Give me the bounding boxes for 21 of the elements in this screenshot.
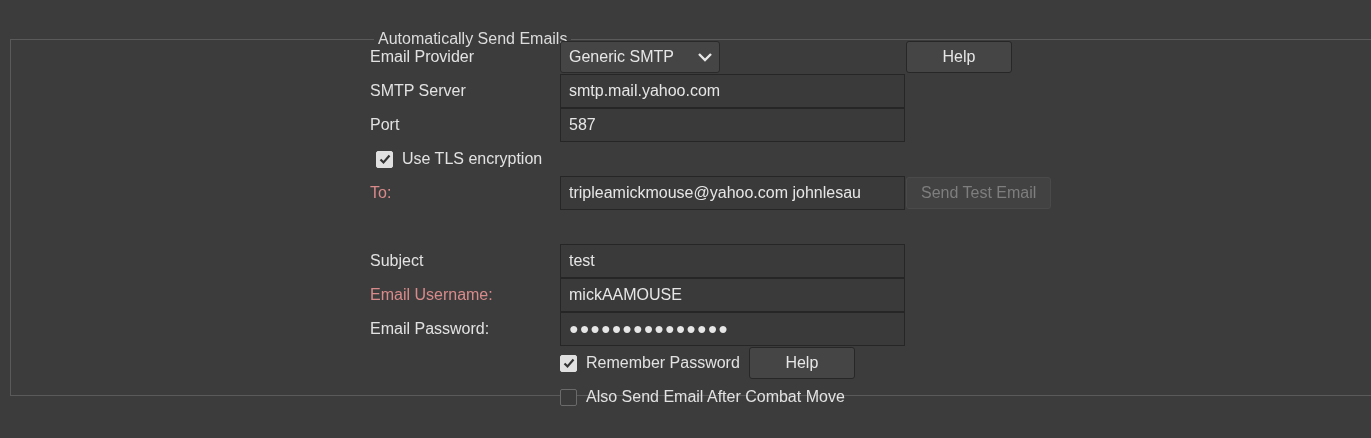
text-field[interactable]: 587	[560, 108, 905, 142]
text-field[interactable]: tripleamickmouse@yahoo.com johnlesau	[560, 176, 905, 210]
help-button[interactable]: Help	[748, 347, 855, 379]
field-label: Email Password:	[370, 320, 491, 338]
text-field[interactable]: mickAAMOUSE	[560, 278, 905, 312]
text-field[interactable]: smtp.mail.yahoo.com	[560, 74, 905, 108]
field-label: Email Username:	[370, 286, 494, 304]
field-label: To:	[370, 184, 393, 202]
field-label: Port	[370, 116, 401, 134]
checkbox-label: Use TLS encryption	[402, 150, 543, 168]
checkbox-label: Remember Password	[586, 354, 740, 372]
field-label: SMTP Server	[370, 82, 467, 100]
text-field[interactable]: test	[560, 244, 905, 278]
field-label: Email Provider	[370, 48, 476, 66]
chevron-down-icon	[697, 52, 713, 62]
field-label: Subject	[370, 252, 425, 270]
help-button[interactable]: Help	[906, 41, 1012, 73]
checkbox-label: Also Send Email After Combat Move	[586, 388, 845, 406]
provider-dropdown[interactable]: Generic SMTP	[560, 41, 720, 73]
password-field[interactable]: ●●●●●●●●●●●●●●●	[560, 312, 905, 346]
checkbox[interactable]	[560, 388, 577, 406]
